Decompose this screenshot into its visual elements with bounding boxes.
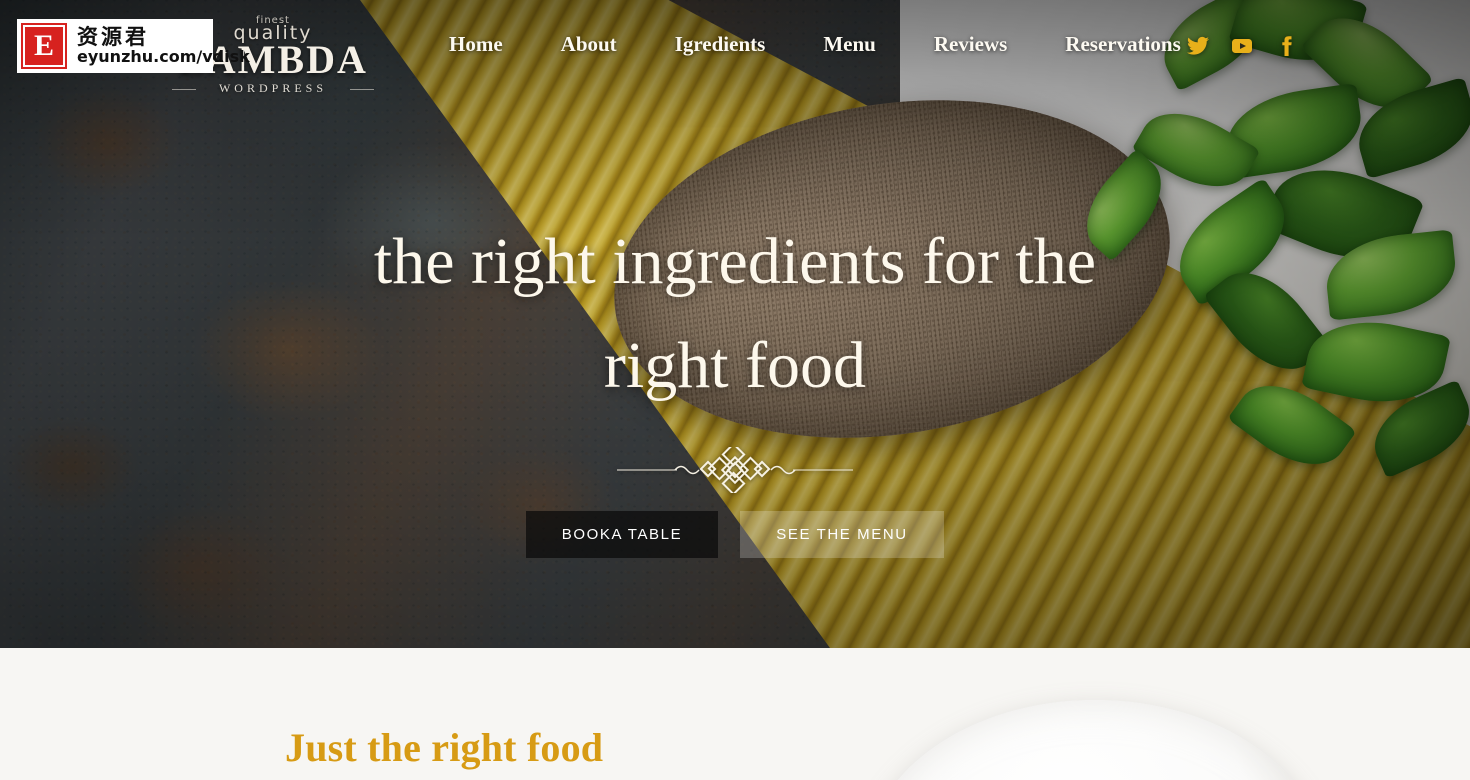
watermark-logo-letter: E	[33, 29, 54, 62]
watermark-chinese-label: 资源君	[77, 25, 149, 50]
watermark-logo-icon: E	[21, 23, 67, 69]
intro-section	[0, 648, 1470, 780]
hero-headline: the right ingredients for the right food	[373, 225, 1097, 403]
page-root: the right ingredients for the right food	[0, 0, 1470, 780]
youtube-icon[interactable]	[1230, 34, 1254, 58]
main-navigation: Home About Igredients Menu Reviews Reser…	[420, 32, 1210, 57]
nav-item-reservations[interactable]: Reservations	[1036, 32, 1209, 57]
nav-item-reviews[interactable]: Reviews	[905, 32, 1036, 57]
social-links	[1186, 34, 1298, 58]
watermark-url: eyunzhu.com/vdisk	[77, 47, 250, 67]
watermark-text: 资源君 eyunzhu.com/vdisk	[77, 26, 250, 66]
see-the-menu-button[interactable]: SEE THE MENU	[740, 510, 944, 558]
ornamental-divider-icon	[617, 446, 853, 493]
twitter-icon[interactable]	[1186, 34, 1210, 58]
nav-item-home[interactable]: Home	[420, 32, 532, 57]
site-watermark: E 资源君 eyunzhu.com/vdisk	[17, 19, 250, 73]
embossed-plate-image	[865, 700, 1325, 780]
logo-subtitle: WORDPRESS	[172, 81, 374, 96]
section-heading: Just the right food	[285, 725, 604, 770]
hero-cta-group: BOOKA TABLE SEE THE MENU	[526, 510, 944, 558]
nav-item-igredients[interactable]: Igredients	[646, 32, 795, 57]
facebook-icon[interactable]	[1274, 34, 1298, 58]
nav-item-about[interactable]: About	[532, 32, 646, 57]
nav-item-menu[interactable]: Menu	[794, 32, 905, 57]
book-a-table-button[interactable]: BOOKA TABLE	[526, 510, 718, 558]
